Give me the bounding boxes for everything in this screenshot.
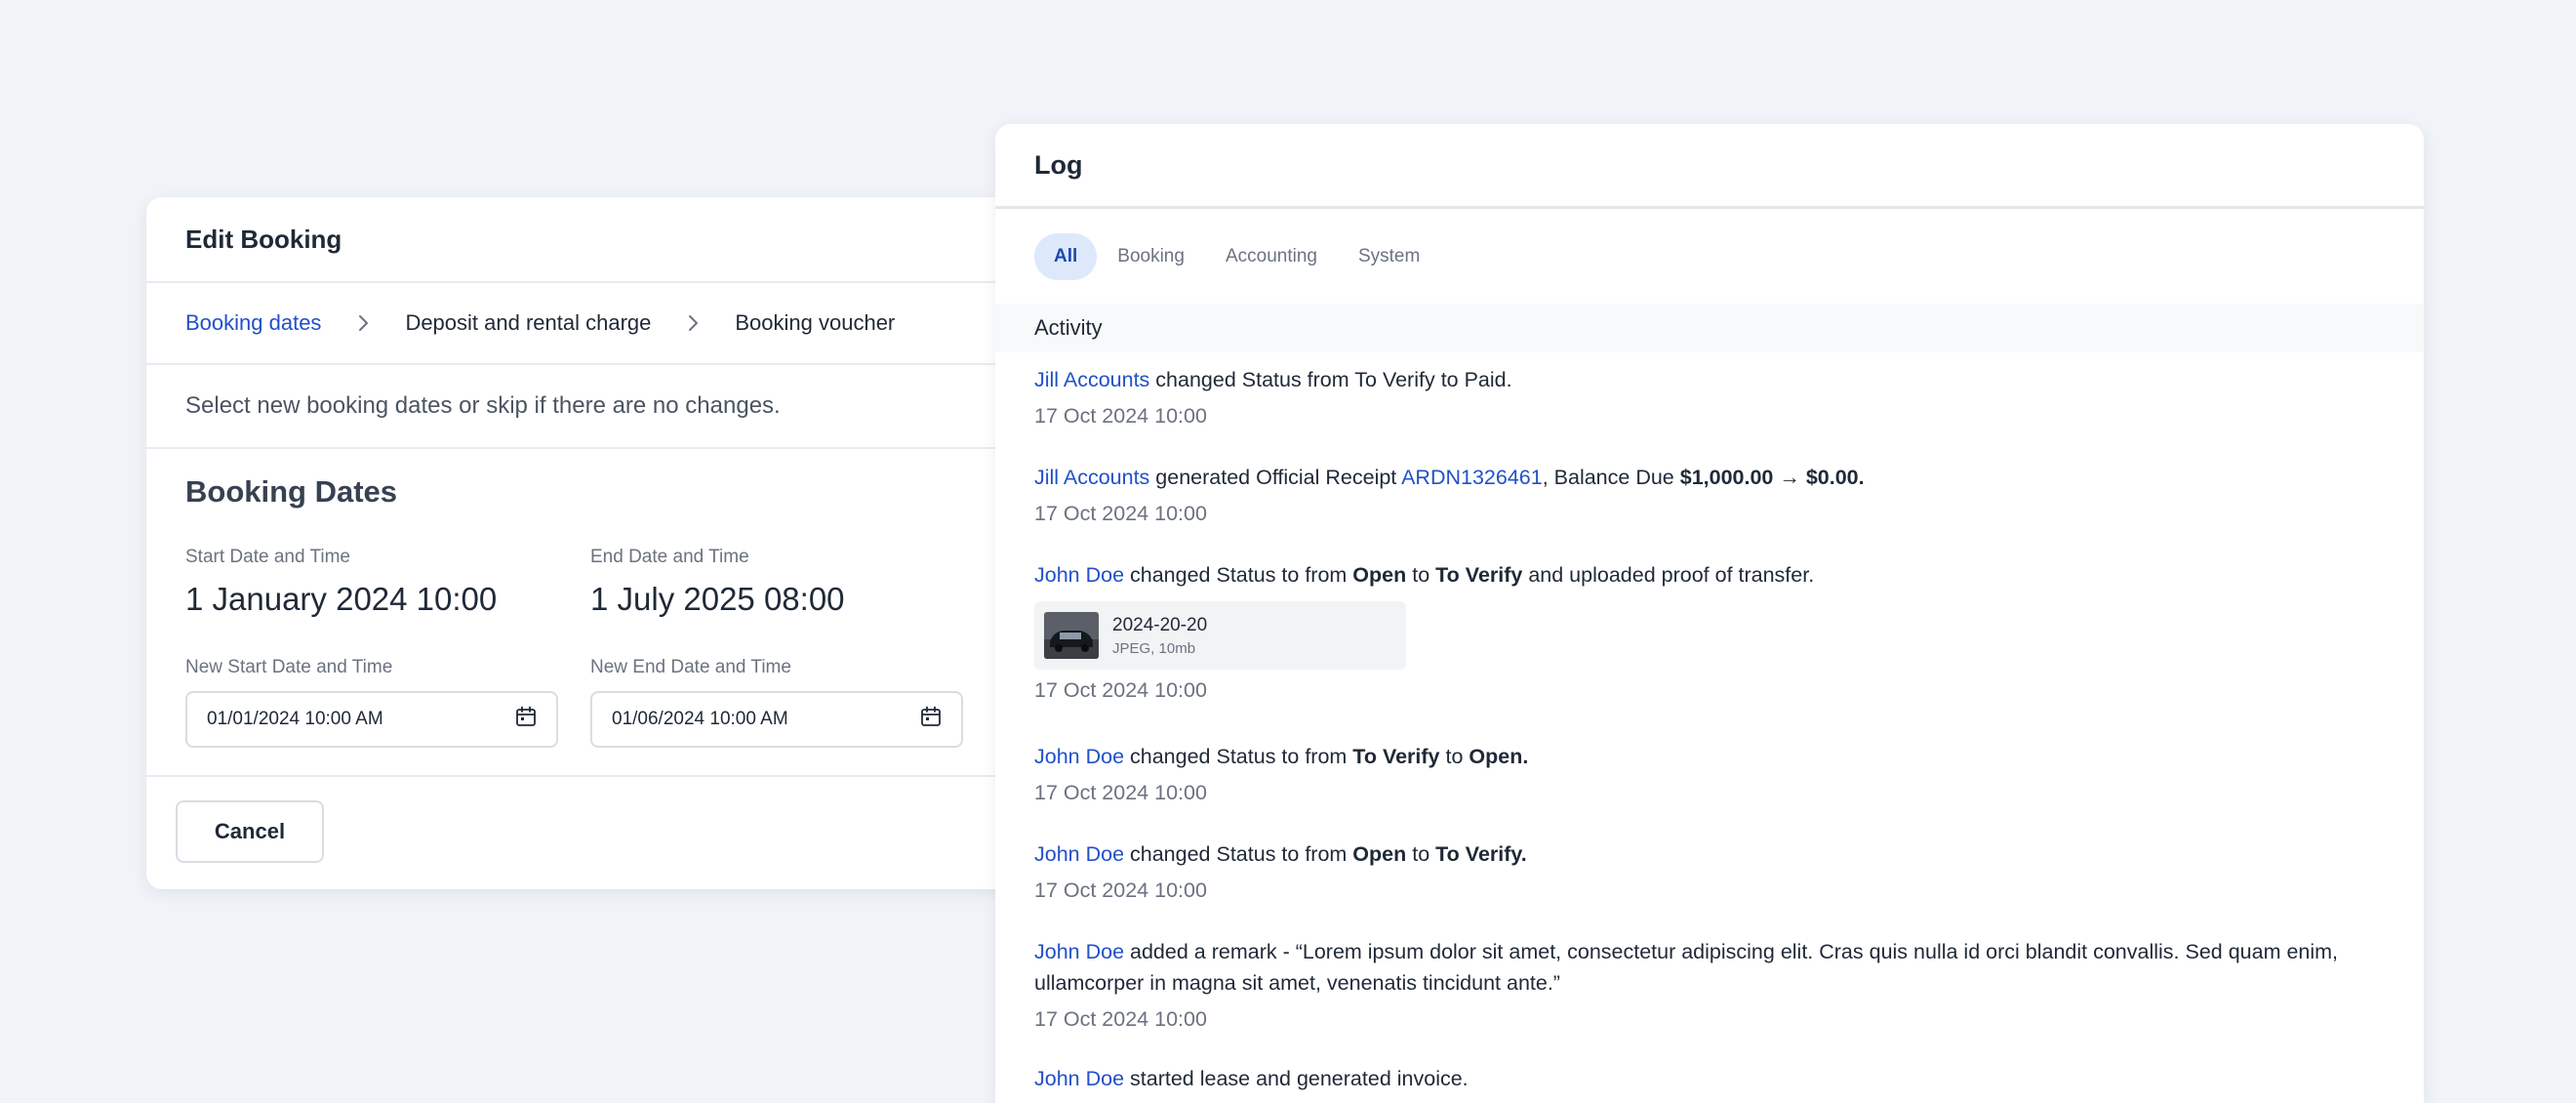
edit-booking-panel: Edit Booking Booking dates Deposit and r…	[146, 197, 1083, 889]
log-actor-link[interactable]: John Doe	[1034, 1067, 1124, 1090]
edit-booking-header: Edit Booking	[146, 197, 1083, 283]
log-actor-link[interactable]: John Doe	[1034, 563, 1124, 587]
edit-booking-title: Edit Booking	[185, 224, 342, 254]
new-end-date-label: New End Date and Time	[590, 657, 791, 677]
log-text: , Balance Due	[1542, 466, 1680, 489]
log-entry-text: Jill Accounts generated Official Receipt…	[1034, 462, 2385, 493]
log-actor-link[interactable]: Jill Accounts	[1034, 466, 1149, 489]
log-text: to	[1439, 745, 1469, 768]
booking-steps-breadcrumb: Booking dates Deposit and rental charge …	[146, 283, 1083, 365]
log-text: to	[1406, 563, 1436, 587]
log-status: To Verify.	[1435, 842, 1527, 866]
log-status: Open.	[1469, 745, 1529, 768]
log-actor-link[interactable]: John Doe	[1034, 745, 1124, 768]
calendar-icon[interactable]	[920, 706, 942, 733]
attachment-thumbnail	[1044, 612, 1099, 659]
log-status: To Verify	[1352, 745, 1440, 768]
start-date-value: 1 January 2024 10:00	[185, 581, 498, 617]
new-start-date-input[interactable]: 01/01/2024 10:00 AM	[185, 691, 558, 748]
log-text: changed Status to from	[1124, 563, 1353, 587]
log-header: Log	[995, 124, 2424, 209]
step-booking-voucher[interactable]: Booking voucher	[735, 310, 895, 336]
log-actor-link[interactable]: John Doe	[1034, 842, 1124, 866]
log-entry-text: John Doe changed Status to from Open to …	[1034, 838, 2385, 870]
log-timestamp: 17 Oct 2024 10:00	[1034, 1007, 1207, 1031]
log-text: to	[1406, 842, 1436, 866]
log-entry-text: John Doe started lease and generated inv…	[1034, 1063, 2385, 1094]
log-entry: Jill Accounts generated Official Receipt…	[1034, 462, 2385, 529]
activity-header: Activity	[995, 304, 2424, 352]
log-status: Open	[1352, 563, 1407, 587]
log-timestamp: 17 Oct 2024 10:00	[1034, 781, 1207, 804]
attachment-meta: JPEG, 10mb	[1112, 639, 1196, 657]
tab-all[interactable]: All	[1034, 232, 1098, 280]
log-status: Open	[1352, 842, 1407, 866]
log-entry: John Doe changed Status to from To Verif…	[1034, 741, 2385, 808]
log-filter-tabs: All Booking Accounting System	[995, 209, 2424, 304]
booking-dates-section: Booking Dates Start Date and Time 1 Janu…	[146, 449, 1083, 777]
receipt-link[interactable]: ARDN1326461	[1401, 466, 1543, 489]
log-title: Log	[1034, 149, 1083, 180]
step-booking-dates[interactable]: Booking dates	[185, 310, 321, 336]
tab-booking[interactable]: Booking	[1097, 233, 1205, 280]
calendar-icon[interactable]	[515, 706, 537, 733]
log-balance-change: $1,000.00 → $0.00.	[1679, 466, 1865, 489]
log-entry-text: John Doe added a remark - “Lorem ipsum d…	[1034, 936, 2385, 999]
log-entry: Jill Accounts changed Status from To Ver…	[1034, 364, 2385, 431]
new-start-date-label: New Start Date and Time	[185, 657, 393, 677]
new-end-date-value: 01/06/2024 10:00 AM	[612, 709, 788, 729]
log-entry: John Doe started lease and generated inv…	[1034, 1063, 2385, 1094]
end-date-value: 1 July 2025 08:00	[590, 581, 845, 617]
log-text: changed Status to from	[1124, 842, 1353, 866]
booking-description: Select new booking dates or skip if ther…	[146, 365, 1083, 449]
log-actor-link[interactable]: John Doe	[1034, 940, 1124, 963]
chevron-right-icon	[356, 313, 370, 333]
log-timestamp: 17 Oct 2024 10:00	[1034, 502, 1207, 525]
log-text: generated Official Receipt	[1149, 466, 1402, 489]
log-actor-link[interactable]: Jill Accounts	[1034, 368, 1149, 391]
log-text: changed Status from To Verify to Paid.	[1149, 368, 1512, 391]
step-deposit-rental-charge[interactable]: Deposit and rental charge	[405, 310, 651, 336]
booking-dates-title: Booking Dates	[185, 474, 398, 509]
attachment-name: 2024-20-20	[1112, 614, 1208, 635]
log-text: added a remark - “Lorem ipsum dolor sit …	[1034, 940, 2339, 995]
log-entry-text: John Doe changed Status to from Open to …	[1034, 559, 2385, 591]
log-timestamp: 17 Oct 2024 10:00	[1034, 878, 1207, 902]
attachment-card[interactable]: 2024-20-20 JPEG, 10mb	[1034, 601, 1406, 670]
log-timestamp: 17 Oct 2024 10:00	[1034, 678, 1207, 702]
chevron-right-icon	[686, 313, 700, 333]
tab-accounting[interactable]: Accounting	[1205, 233, 1338, 280]
log-entry-text: John Doe changed Status to from To Verif…	[1034, 741, 2385, 772]
log-entry-text: Jill Accounts changed Status from To Ver…	[1034, 364, 2385, 395]
start-date-label: Start Date and Time	[185, 547, 350, 567]
new-end-date-input[interactable]: 01/06/2024 10:00 AM	[590, 691, 963, 748]
tab-system[interactable]: System	[1338, 233, 1440, 280]
new-start-date-value: 01/01/2024 10:00 AM	[207, 709, 383, 729]
log-timestamp: 17 Oct 2024 10:00	[1034, 404, 1207, 428]
log-entry: John Doe changed Status to from Open to …	[1034, 838, 2385, 906]
end-date-label: End Date and Time	[590, 547, 749, 567]
log-text: and uploaded proof of transfer.	[1522, 563, 1815, 587]
log-entry: John Doe changed Status to from Open to …	[1034, 559, 2385, 706]
cancel-button[interactable]: Cancel	[176, 800, 324, 863]
log-status: To Verify	[1435, 563, 1523, 587]
log-panel: Log All Booking Accounting System Activi…	[995, 124, 2424, 1103]
log-text: started lease and generated invoice.	[1124, 1067, 1469, 1090]
log-text: changed Status to from	[1124, 745, 1353, 768]
log-entry: John Doe added a remark - “Lorem ipsum d…	[1034, 936, 2385, 1035]
